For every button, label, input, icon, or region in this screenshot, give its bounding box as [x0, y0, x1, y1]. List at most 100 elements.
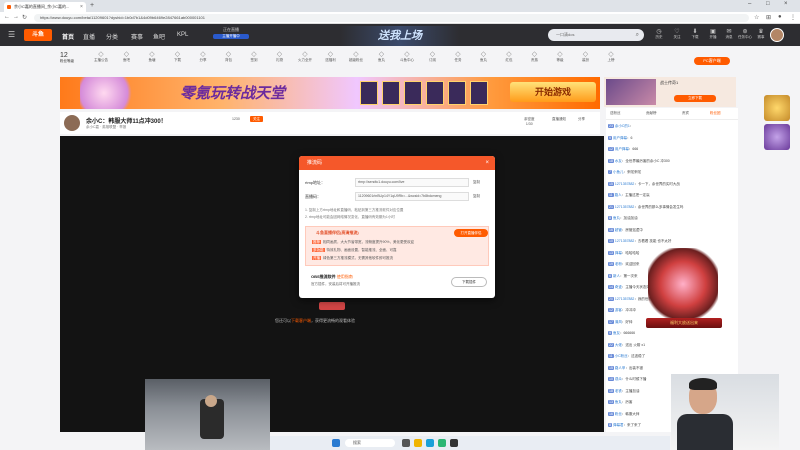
- close-window-icon[interactable]: ×: [784, 1, 788, 7]
- forward-icon[interactable]: →: [13, 14, 19, 20]
- toolbar-item[interactable]: ◇ 送福利: [318, 50, 344, 63]
- follow-button[interactable]: ♡ 关注: [670, 28, 684, 40]
- chat-username[interactable]: 鱼丸: [613, 216, 620, 220]
- chat-username[interactable]: 1271357882: [615, 297, 634, 301]
- chrome-browser-icon[interactable]: [438, 439, 446, 447]
- toolbar-item[interactable]: ◇ 超级粉丝: [343, 50, 369, 63]
- chat-username[interactable]: 观众: [615, 377, 622, 381]
- chat-username[interactable]: 鱼丸: [615, 400, 622, 404]
- url-field[interactable]: https://www.douyu.com/beta/11209601?dysh…: [34, 14, 749, 22]
- task-center-button[interactable]: ⊛ 任务中心: [738, 28, 752, 40]
- chat-message[interactable]: 21 1271357882：余世界的那么多事情会发生吗: [608, 204, 736, 210]
- back-icon[interactable]: ←: [4, 14, 10, 20]
- chat-username[interactable]: 弹幕君: [613, 423, 624, 427]
- download-plugin-button[interactable]: 下载插件: [451, 277, 487, 287]
- taskbar-search[interactable]: 搜索: [345, 439, 395, 447]
- chat-message[interactable]: 11 小C粉丝：这波稳了: [608, 354, 736, 359]
- toolbar-item[interactable]: ◇ 鱼吧: [114, 50, 140, 63]
- chat-message[interactable]: 12 用户弹幕：666: [608, 147, 736, 152]
- chat-username[interactable]: 大佬: [615, 343, 622, 347]
- nav-live[interactable]: 直播: [83, 32, 95, 41]
- toolbar-item[interactable]: ◇ 下载: [165, 50, 191, 63]
- search-input[interactable]: 一口清dos ⌕: [548, 29, 644, 41]
- star-icon[interactable]: ☆: [754, 14, 759, 21]
- chat-message[interactable]: 18 水友：全世界最厉害的余小C 冲300: [608, 158, 736, 164]
- chat-username[interactable]: 粉丝: [615, 412, 622, 416]
- toolbar-item[interactable]: ◇ 上榜: [598, 50, 624, 63]
- new-tab-icon[interactable]: +: [90, 2, 94, 10]
- obs-app-icon[interactable]: [450, 439, 458, 447]
- message-button[interactable]: ✉ 消息: [722, 28, 736, 40]
- game-ad-banner[interactable]: 零氪玩转战天堂 开始游戏: [60, 77, 600, 109]
- streamer-avatar[interactable]: [64, 115, 80, 131]
- toolbar-item[interactable]: ◇ 鱼丸: [471, 50, 497, 63]
- rtmp-url-field[interactable]: rtmp://sendtc1.douyu.com/live: [355, 178, 469, 187]
- toolbar-item[interactable]: ◇ 主播公告: [88, 50, 114, 63]
- chat-message[interactable]: 7 小鱼儿：来啦来啦: [608, 170, 736, 175]
- chat-tab[interactable]: 贡献榜: [646, 111, 657, 116]
- browser-tab[interactable]: 余小C嘉的直播间_余小C嘉的...: [4, 2, 86, 12]
- share-button[interactable]: 分享: [578, 117, 585, 122]
- nav-home[interactable]: 首页: [62, 32, 74, 41]
- chat-message[interactable]: 23 余小C的1：: [608, 124, 736, 129]
- intimacy-stat[interactable]: 亲密度 1/30: [524, 117, 535, 126]
- history-button[interactable]: ◷ 历史: [652, 28, 666, 40]
- chat-username[interactable]: 小C粉丝: [615, 354, 628, 358]
- event-mascot-label[interactable]: 福利大放送出来: [646, 318, 722, 328]
- toolbar-item[interactable]: ◇ 鱼塘: [139, 50, 165, 63]
- chat-message[interactable]: 15 路人甲：出装不错: [608, 365, 736, 371]
- chat-username[interactable]: 鱼友: [613, 331, 620, 335]
- maximize-icon[interactable]: □: [766, 1, 770, 7]
- toolbar-item[interactable]: ◇ 分享: [190, 50, 216, 63]
- chat-message[interactable]: 8 鱼丸：加油加油: [608, 216, 736, 221]
- chat-username[interactable]: 小鱼儿: [613, 170, 624, 174]
- chat-username[interactable]: 用户弹幕: [615, 147, 629, 151]
- chat-username[interactable]: 老铁: [615, 389, 622, 393]
- chat-tab[interactable]: 送粉丝: [610, 111, 621, 116]
- chat-message[interactable]: 22 大佬：送出 火箭 x1: [608, 342, 736, 348]
- nav-events[interactable]: 赛事: [131, 32, 143, 41]
- close-tab-icon[interactable]: ×: [80, 2, 83, 12]
- reload-icon[interactable]: ↻: [22, 14, 27, 21]
- chat-username[interactable]: 新人: [613, 274, 620, 278]
- chat-username[interactable]: 用户弹幕: [613, 136, 627, 140]
- toolbar-item[interactable]: ◇ 贵族: [522, 50, 548, 63]
- extensions-icon[interactable]: ⊞: [766, 14, 771, 21]
- chat-username[interactable]: 1271357882: [615, 182, 634, 186]
- chat-username[interactable]: 水友: [615, 159, 622, 163]
- chat-username[interactable]: 路人: [615, 193, 622, 197]
- copy-rtmp-button[interactable]: 复制: [473, 180, 480, 185]
- user-avatar[interactable]: [770, 28, 784, 42]
- go-live-button[interactable]: ▣ 开播: [706, 28, 720, 40]
- task-view-icon[interactable]: [402, 439, 410, 447]
- follow-button[interactable]: 关注: [250, 116, 263, 122]
- chat-username[interactable]: 清风: [615, 320, 622, 324]
- nav-yuba[interactable]: 鱼吧: [153, 32, 165, 41]
- toolbar-item[interactable]: ◇ 装扮: [573, 50, 599, 63]
- close-icon[interactable]: ×: [485, 156, 489, 170]
- chat-username[interactable]: 1271357882: [615, 239, 634, 243]
- menu-icon[interactable]: ☰: [8, 30, 15, 39]
- toolbar-item[interactable]: ◇ 红包: [496, 50, 522, 63]
- chat-message[interactable]: 9 用户弹幕：6: [608, 135, 736, 141]
- profile-icon[interactable]: ●: [778, 14, 782, 20]
- toolbar-item[interactable]: ◇ 等级: [547, 50, 573, 63]
- chat-username[interactable]: 1271357882: [615, 205, 634, 209]
- nav-kpl[interactable]: KPL: [177, 32, 188, 38]
- chat-username[interactable]: 游客: [615, 308, 622, 312]
- search-icon[interactable]: ⌕: [636, 29, 639, 41]
- toolbar-item[interactable]: ◇ 签到: [241, 50, 267, 63]
- minimize-icon[interactable]: –: [748, 1, 751, 7]
- toolbar-item[interactable]: ◇ 火力全开: [292, 50, 318, 63]
- chat-username[interactable]: 超管: [615, 228, 622, 232]
- toolbar-item[interactable]: ◇ 订阅: [420, 50, 446, 63]
- file-explorer-icon[interactable]: [414, 439, 422, 447]
- nav-category[interactable]: 分类: [106, 32, 118, 41]
- douyu-logo[interactable]: 斗鱼: [24, 29, 52, 41]
- chat-tab[interactable]: 粉丝团: [710, 111, 721, 116]
- toolbar-item[interactable]: ◇ 斗鱼中心: [394, 50, 420, 63]
- live-now-badge[interactable]: 正在直播 主播开播中: [213, 27, 249, 42]
- edge-browser-icon[interactable]: [426, 439, 434, 447]
- windows-start-icon[interactable]: [332, 439, 340, 447]
- open-companion-button[interactable]: 打开直播伴侣: [454, 229, 488, 237]
